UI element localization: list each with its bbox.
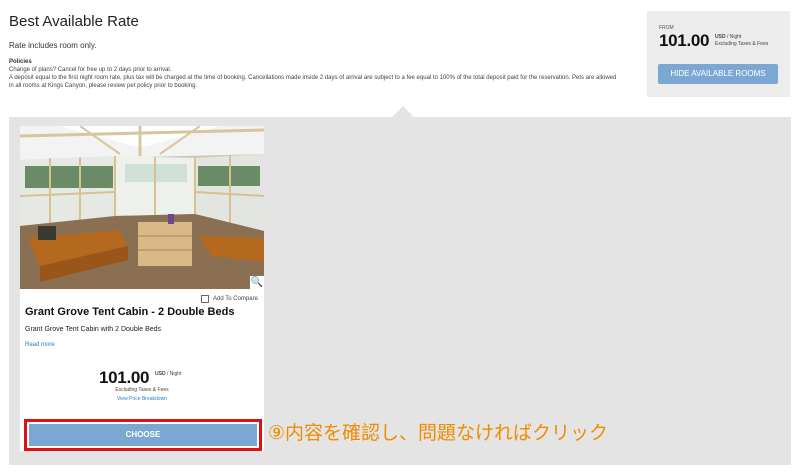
choose-button[interactable]: CHOOSE: [29, 424, 257, 446]
read-more-link[interactable]: Read more: [25, 342, 55, 348]
search-icon[interactable]: 🔍: [250, 276, 264, 289]
view-price-breakdown-link[interactable]: View Price Breakdown: [20, 396, 264, 402]
compare-label: Add To Compare: [213, 296, 258, 302]
room-price-amount: 101.00: [99, 368, 150, 387]
compare-checkbox[interactable]: [201, 295, 209, 303]
room-price-unit: USD / Night: [155, 371, 181, 377]
hide-available-rooms-button[interactable]: HIDE AVAILABLE ROOMS: [658, 64, 778, 84]
instruction-annotation: ⑨内容を確認し、問題なければクリック: [268, 422, 609, 444]
room-title: Grant Grove Tent Cabin - 2 Double Beds: [25, 306, 235, 318]
rate-title: Best Available Rate: [9, 13, 139, 30]
price-taxes-note: Excluding Taxes & Fees: [715, 41, 769, 47]
panel-pointer: [392, 106, 414, 117]
price-per-night: / Night: [725, 34, 742, 40]
policies-line-2: A deposit equal to the first night room …: [9, 75, 617, 89]
price-summary-box: FROM 101.00 USD / Night Excluding Taxes …: [647, 11, 790, 97]
policies-line-1: Change of plans? Cancel for free up to 2…: [9, 67, 172, 73]
room-photo-illustration: [20, 126, 264, 289]
price-currency: USD: [715, 34, 726, 40]
rate-note: Rate includes room only.: [9, 41, 97, 50]
add-to-compare[interactable]: Add To Compare: [201, 295, 258, 303]
room-description: Grant Grove Tent Cabin with 2 Double Bed…: [25, 326, 162, 333]
choose-highlight-frame: CHOOSE: [24, 419, 262, 451]
policies-heading: Policies: [9, 59, 32, 65]
price-amount: 101.00: [659, 31, 710, 50]
policies-section: Policies Change of plans? Cancel for fre…: [9, 58, 619, 90]
room-card: 🔍 Add To Compare Grant Grove Tent Cabin …: [20, 126, 264, 451]
room-price-per-night: / Night: [165, 371, 182, 377]
price-unit: USD / Night: [715, 34, 741, 40]
room-taxes-note: Excluding Taxes & Fees: [115, 387, 169, 393]
room-price-currency: USD: [155, 371, 166, 377]
room-photo[interactable]: [20, 126, 264, 289]
